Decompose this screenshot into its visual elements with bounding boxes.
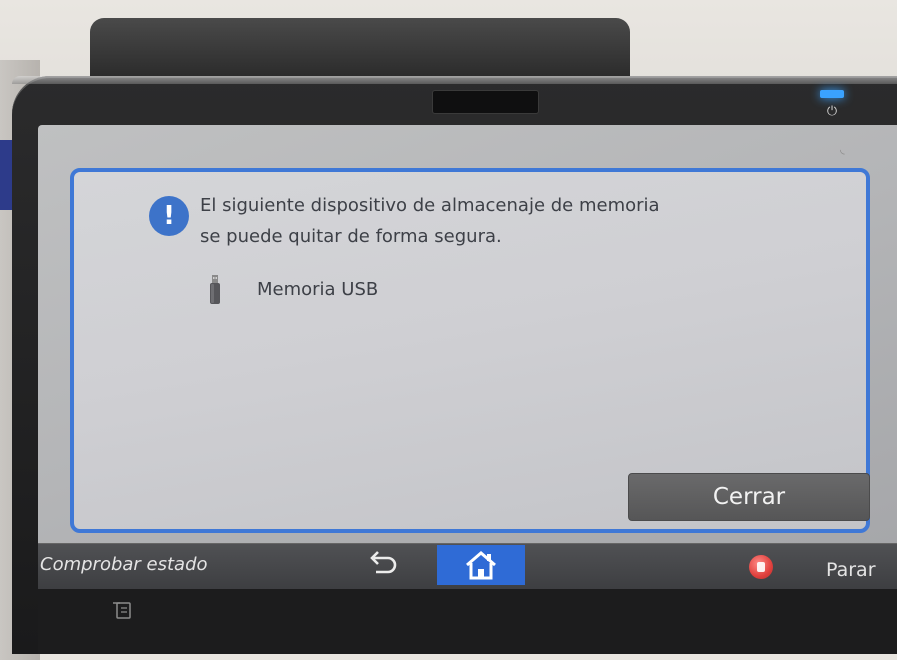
screen-corner-icon: ◟ [840,142,845,156]
dialog-message-line-2: se puede quitar de forma segura. [200,226,502,247]
stop-button[interactable]: Parar [826,552,876,588]
energy-saver-icon[interactable]: ⏻ [820,104,844,120]
bezel-highlight [12,76,897,84]
sensor-slot [432,90,539,114]
status-led [820,90,844,98]
stop-icon[interactable] [749,555,773,579]
close-button[interactable]: Cerrar [628,473,870,521]
printer-top-cover [90,18,630,80]
check-status-button[interactable]: Comprobar estado [40,547,208,583]
back-arrow-icon[interactable] [362,546,402,582]
dialog-message-line-1: El siguiente dispositivo de almacenaje d… [200,195,660,216]
usb-device-label: Memoria USB [257,279,379,300]
lower-bezel [38,589,897,654]
info-exclamation-icon: ! [149,196,189,236]
stop-hand-icon [757,562,765,572]
home-button[interactable] [437,545,525,585]
dialog-message: El siguiente dispositivo de almacenaje d… [200,190,760,252]
usb-drive-icon [210,275,220,304]
home-icon [466,551,496,580]
card-reader-icon [113,602,131,619]
